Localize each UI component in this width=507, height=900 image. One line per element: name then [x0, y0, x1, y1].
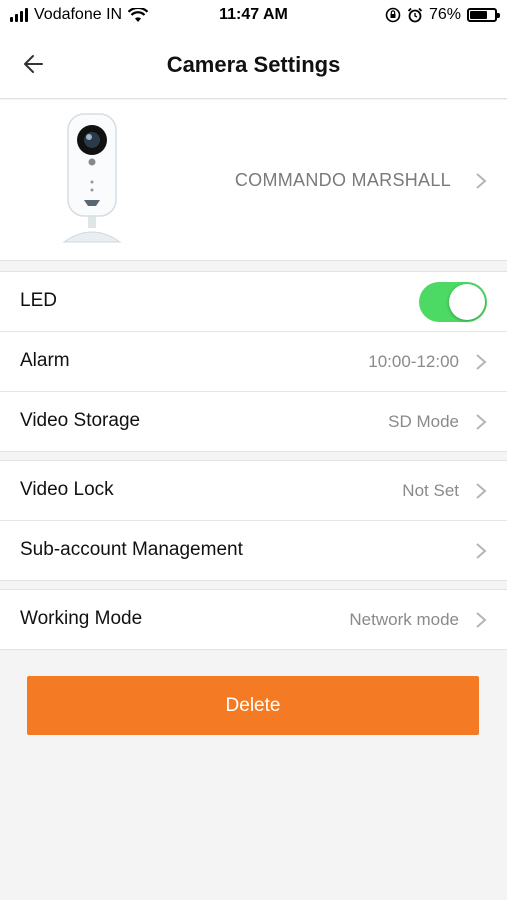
status-bar: Vodafone IN 11:47 AM 76% — [0, 0, 507, 32]
alarm-value: 10:00-12:00 — [368, 352, 459, 371]
led-label: LED — [20, 290, 57, 311]
video-lock-row[interactable]: Video Lock Not Set — [0, 461, 507, 521]
alarm-label: Alarm — [20, 350, 70, 371]
settings-group-3: Working Mode Network mode — [0, 589, 507, 650]
led-toggle[interactable] — [419, 282, 487, 322]
video-storage-row[interactable]: Video Storage SD Mode — [0, 392, 507, 451]
video-lock-value: Not Set — [402, 481, 459, 500]
device-name: COMMANDO MARSHALL — [234, 170, 451, 190]
chevron-right-icon — [475, 482, 487, 500]
rotation-lock-icon — [385, 7, 401, 23]
sub-account-label: Sub-account Management — [20, 539, 243, 560]
alarm-row[interactable]: Alarm 10:00-12:00 — [0, 332, 507, 392]
alarm-icon — [407, 7, 423, 23]
chevron-right-icon — [475, 611, 487, 629]
video-storage-value: SD Mode — [388, 412, 459, 431]
device-card[interactable]: COMMANDO MARSHALL — [0, 100, 507, 261]
settings-group-1: LED Alarm 10:00-12:00 Video Storage SD M… — [0, 271, 507, 452]
working-mode-value: Network mode — [349, 610, 459, 629]
video-storage-label: Video Storage — [20, 410, 141, 431]
chevron-right-icon — [475, 353, 487, 371]
working-mode-label: Working Mode — [20, 608, 143, 629]
page-title: Camera Settings — [166, 52, 341, 77]
security-camera-image — [62, 113, 122, 243]
delete-button[interactable]: Delete — [27, 676, 479, 735]
sub-account-row[interactable]: Sub-account Management — [0, 521, 507, 580]
chevron-right-icon — [475, 413, 487, 431]
chevron-right-icon — [475, 542, 487, 560]
nav-bar: Camera Settings — [0, 32, 507, 99]
battery-percent: 76% — [428, 6, 461, 23]
battery-icon — [467, 8, 500, 22]
status-right: 76% — [385, 6, 500, 24]
working-mode-row[interactable]: Working Mode Network mode — [0, 590, 507, 649]
toggle-knob — [449, 284, 485, 320]
led-row: LED — [0, 272, 507, 332]
video-lock-label: Video Lock — [20, 479, 114, 500]
settings-group-2: Video Lock Not Set Sub-account Managemen… — [0, 460, 507, 581]
chevron-right-icon — [475, 172, 487, 190]
